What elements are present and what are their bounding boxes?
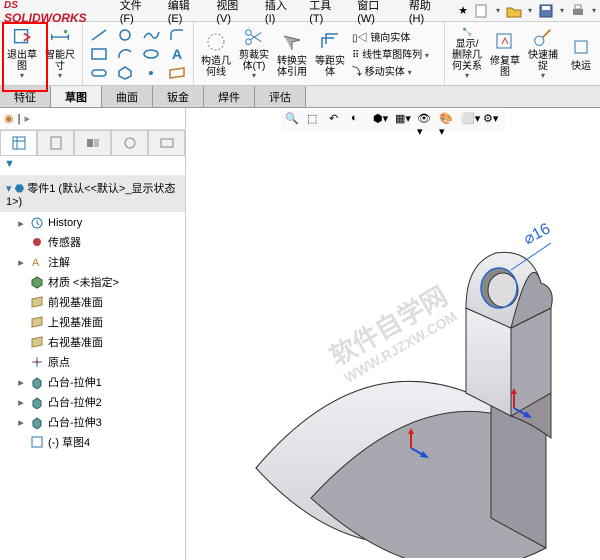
tab-feature[interactable]: 特征 (0, 86, 51, 107)
menu-insert[interactable]: 插入(I) (259, 0, 303, 25)
panel-icon[interactable]: ◉ (4, 112, 14, 125)
save-icon[interactable] (538, 3, 554, 19)
feature-tree-panel: ◉ | ▸ ▼ ▾ ⬣ 零件1 (默认<<默认>_显示状态 1>) ▸Histo… (0, 108, 186, 560)
text-tool[interactable]: A (167, 45, 187, 62)
construction-icon (204, 30, 228, 54)
menu-window[interactable]: 窗口(W) (351, 0, 403, 25)
hide-show-icon[interactable]: 👁▾ (417, 112, 435, 130)
svg-text:A: A (32, 257, 40, 269)
model-3d: ⌀16 (216, 188, 586, 558)
side-tab-dim[interactable] (111, 130, 148, 155)
dimension-icon (48, 26, 72, 48)
tree-item[interactable]: ▸凸台-拉伸3 (2, 412, 183, 432)
zoom-fit-icon[interactable]: 🔍 (285, 112, 303, 130)
fillet-tool[interactable] (167, 26, 187, 43)
command-tabs: 特征 草图 曲面 钣金 焊件 评估 (0, 86, 600, 108)
menu-help[interactable]: 帮助(H) (403, 0, 452, 25)
graphics-viewport[interactable]: 🔍 ⬚ ↶ ◐ ⬢▾ ▦▾ 👁▾ 🎨▾ ⬜▾ ⚙▾ 软件自学网 WWW.RJZX… (186, 108, 600, 560)
display-style-icon[interactable]: ▦▾ (395, 112, 413, 130)
apply-scene-icon[interactable]: ⬜▾ (461, 112, 479, 130)
filter-icon[interactable]: ▼ (4, 158, 15, 170)
view-settings-icon[interactable]: ⚙▾ (483, 112, 501, 130)
tab-surface[interactable]: 曲面 (102, 86, 153, 107)
print-icon[interactable] (570, 3, 586, 19)
side-tab-tree[interactable] (0, 130, 37, 155)
ellipse-tool[interactable] (141, 45, 161, 62)
exit-sketch-icon (10, 26, 34, 48)
view-orient-icon[interactable]: ⬢▾ (373, 112, 391, 130)
menu-file[interactable]: 文件(F) (114, 0, 162, 25)
smart-dimension-button[interactable]: 智能尺寸▾ (42, 24, 78, 83)
prev-view-icon[interactable]: ↶ (329, 112, 347, 130)
tab-evaluate[interactable]: 评估 (255, 86, 306, 107)
repair-icon (493, 30, 517, 54)
tree-item[interactable]: 材质 <未指定> (2, 272, 183, 292)
menu-star[interactable]: ★ (452, 4, 474, 17)
trim-button[interactable]: 剪裁实体(T)▾ (236, 24, 272, 83)
side-tab-property[interactable] (37, 130, 74, 155)
tree-item[interactable]: (-) 草图4 (2, 432, 183, 452)
point-tool[interactable] (141, 64, 161, 81)
section-view-icon[interactable]: ◐ (351, 112, 369, 130)
move-button[interactable]: ⤵ 移动实体 ▾ (352, 63, 438, 78)
side-tab-display[interactable] (148, 130, 185, 155)
tree-item[interactable]: 前视基准面 (2, 292, 183, 312)
construction-geom-button[interactable]: 构造几何线 (198, 24, 234, 83)
ribbon: 退出草图▾ 智能尺寸▾ A 构造几何线 (0, 22, 600, 86)
plane-tool[interactable] (167, 64, 187, 81)
offset-button[interactable]: 等距实体 (312, 24, 348, 83)
relations-button[interactable]: 显示/删除几何关系▾ (449, 24, 485, 83)
open-icon[interactable] (506, 3, 522, 19)
tree-item[interactable]: ▸凸台-拉伸2 (2, 392, 183, 412)
dimension-label: ⌀16 (521, 220, 553, 248)
menu-edit[interactable]: 编辑(E) (162, 0, 211, 25)
exit-sketch-button[interactable]: 退出草图▾ (4, 24, 40, 83)
part-title[interactable]: ▾ ⬣ 零件1 (默认<<默认>_显示状态 1>) (0, 176, 185, 212)
heads-up-toolbar: 🔍 ⬚ ↶ ◐ ⬢▾ ▦▾ 👁▾ 🎨▾ ⬜▾ ⚙▾ (281, 110, 505, 132)
rect-tool[interactable] (89, 45, 109, 62)
menubar: DS SOLIDWORKS 文件(F) 编辑(E) 视图(V) 插入(I) 工具… (0, 0, 600, 22)
linear-pattern-button[interactable]: ⠿ 线性草图阵列 ▾ (352, 46, 438, 61)
snap-icon (531, 26, 555, 48)
repair-button[interactable]: 修复草图 (487, 24, 523, 83)
tree-item[interactable]: 右视基准面 (2, 332, 183, 352)
tree-item[interactable]: ▸History (2, 214, 183, 232)
polygon-tool[interactable] (115, 64, 135, 81)
slot-tool[interactable] (89, 64, 109, 81)
app-logo: DS SOLIDWORKS (4, 0, 104, 25)
quick-snap-button[interactable]: 快速捕捉▾ (525, 24, 561, 83)
rapid-icon (569, 35, 593, 59)
edit-appearance-icon[interactable]: 🎨▾ (439, 112, 457, 130)
convert-icon (280, 30, 304, 54)
tree-item[interactable]: ▸A注解 (2, 252, 183, 272)
menu-view[interactable]: 视图(V) (210, 0, 259, 25)
arc-tool[interactable] (115, 45, 135, 62)
tree-item[interactable]: 上视基准面 (2, 312, 183, 332)
tree-item[interactable]: 传感器 (2, 232, 183, 252)
side-tab-config[interactable] (74, 130, 111, 155)
menu-tools[interactable]: 工具(T) (303, 0, 351, 25)
tree-item[interactable]: 原点 (2, 352, 183, 372)
new-icon[interactable] (474, 3, 490, 19)
scissors-icon (242, 26, 266, 48)
relations-icon (455, 26, 479, 37)
line-tool[interactable] (89, 26, 109, 43)
circle-tool[interactable] (115, 26, 135, 43)
spline-tool[interactable] (141, 26, 161, 43)
feature-tree: ▸History传感器▸A注解材质 <未指定>前视基准面上视基准面右视基准面原点… (0, 212, 185, 560)
tab-weldment[interactable]: 焊件 (204, 86, 255, 107)
zoom-area-icon[interactable]: ⬚ (307, 112, 325, 130)
offset-icon (318, 30, 342, 54)
tab-sketch[interactable]: 草图 (51, 86, 102, 107)
mirror-button[interactable]: ▯◁ 镜向实体 (352, 29, 438, 44)
rapid-button[interactable]: 快运 (563, 24, 599, 83)
tab-sheetmetal[interactable]: 钣金 (153, 86, 204, 107)
tree-item[interactable]: ▸凸台-拉伸1 (2, 372, 183, 392)
convert-button[interactable]: 转换实体引用 (274, 24, 310, 83)
